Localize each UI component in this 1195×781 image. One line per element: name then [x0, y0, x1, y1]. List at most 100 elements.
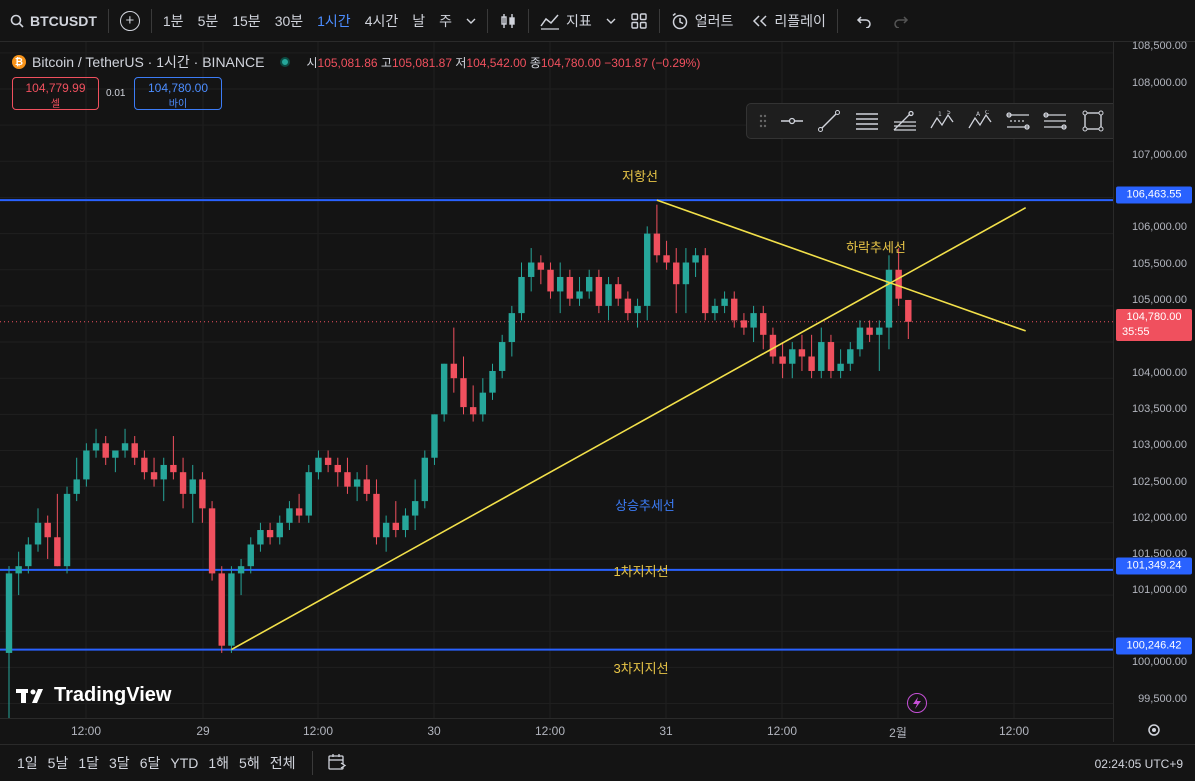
- downtrend-annotation[interactable]: 하락추세선: [846, 237, 906, 256]
- redo-button[interactable]: [879, 0, 916, 42]
- candle-body: [44, 522, 51, 538]
- chart-legend: ₿ Bitcoin / TetherUS · 1시간 · BINANCE 시10…: [12, 52, 700, 72]
- layout-button[interactable]: [623, 0, 655, 42]
- high-label: 고: [380, 55, 392, 70]
- divider: [658, 8, 660, 33]
- range-5d[interactable]: 5날: [43, 753, 74, 773]
- interval-15m[interactable]: 15분: [225, 0, 267, 42]
- resistance-price-label[interactable]: 106,463.55: [1116, 186, 1192, 204]
- interval-1w[interactable]: 주: [432, 0, 459, 42]
- pattern-tool[interactable]: 15: [923, 104, 961, 138]
- symbol-search-button[interactable]: BTCUSDT: [0, 0, 104, 42]
- gear-icon: [1148, 724, 1160, 736]
- parallel-channel-tool[interactable]: [848, 104, 886, 138]
- chart-settings-button[interactable]: [1146, 722, 1162, 743]
- lightning-icon[interactable]: [907, 693, 927, 713]
- rectangle-tool[interactable]: [1074, 104, 1112, 138]
- chevron-down-icon: [606, 18, 616, 24]
- candle-body: [63, 493, 71, 567]
- interval-1m[interactable]: 1분: [156, 0, 191, 42]
- replay-button[interactable]: 리플레이: [740, 0, 833, 42]
- svg-text:A: A: [976, 111, 981, 118]
- range-ytd[interactable]: YTD: [165, 755, 203, 771]
- interval-1d[interactable]: 날: [405, 0, 432, 42]
- fib-retracement-tool[interactable]: [886, 104, 924, 138]
- candle-body: [305, 472, 312, 516]
- interval-4h[interactable]: 4시간: [358, 0, 406, 42]
- support1-price-label[interactable]: 101,349.24: [1116, 557, 1192, 575]
- resistance-annotation[interactable]: 저항선: [622, 166, 658, 185]
- grid-layout-icon: [631, 12, 647, 29]
- clock-timezone[interactable]: 02:24:05 UTC+9: [1095, 757, 1183, 771]
- range-1y[interactable]: 1해: [203, 753, 234, 773]
- divider: [528, 8, 530, 33]
- price-tick: 105,000.00: [1131, 294, 1187, 306]
- candle-body: [208, 508, 216, 574]
- buy-button[interactable]: 104,780.00 바이: [134, 77, 222, 110]
- undo-icon: [856, 15, 871, 28]
- time-tick: 29: [196, 724, 210, 738]
- undo-button[interactable]: [842, 0, 879, 42]
- candle-body: [160, 464, 167, 480]
- candle-body: [247, 544, 254, 567]
- legend-title[interactable]: Bitcoin / TetherUS · 1시간 · BINANCE: [32, 52, 264, 72]
- candle-body: [508, 313, 516, 343]
- interval-1h[interactable]: 1시간: [310, 0, 358, 42]
- open-value: 105,081.86: [317, 55, 378, 70]
- candle-body: [489, 370, 496, 393]
- range-all[interactable]: 전체: [265, 753, 301, 773]
- forecast-tool[interactable]: [1036, 104, 1074, 138]
- candle-body: [54, 537, 61, 567]
- tradingview-logo[interactable]: TradingView: [16, 684, 171, 707]
- abc-pattern-tool[interactable]: AC: [961, 104, 999, 138]
- price-tick: 101,000.00: [1131, 584, 1187, 596]
- candle-body: [460, 378, 467, 408]
- sell-button[interactable]: 104,779.99 셀: [12, 77, 99, 110]
- candle-body: [576, 291, 583, 299]
- trend-line-tool[interactable]: [810, 104, 848, 138]
- interval-dropdown[interactable]: [459, 0, 483, 42]
- price-axis[interactable]: 108,500.00 108,000.00 107,000.00 106,000…: [1113, 40, 1195, 742]
- candle-body: [131, 443, 138, 458]
- alert-label: 얼러트: [694, 12, 734, 29]
- bar-countdown: 35:55: [1122, 326, 1150, 338]
- time-tick: 2월: [889, 726, 907, 740]
- support3-annotation[interactable]: 3차지지선: [613, 658, 668, 677]
- interval-5m[interactable]: 5분: [191, 0, 226, 42]
- date-price-range-tool[interactable]: [999, 104, 1037, 138]
- candle-body: [353, 479, 361, 487]
- chart-type-button[interactable]: [492, 0, 524, 42]
- redo-icon: [894, 15, 909, 28]
- indicators-button[interactable]: 지표: [533, 0, 599, 42]
- svg-text:C: C: [985, 110, 989, 116]
- indicators-dropdown[interactable]: [599, 0, 623, 42]
- current-price-label[interactable]: 104,780.00 35:55: [1116, 309, 1192, 341]
- svg-text:1: 1: [938, 111, 942, 118]
- price-tick: 103,000.00: [1131, 439, 1187, 451]
- candle-body: [808, 356, 815, 371]
- range-6m[interactable]: 6달: [135, 753, 166, 773]
- chart-pane[interactable]: [0, 42, 1113, 742]
- uptrend-annotation[interactable]: 상승추세선: [615, 495, 675, 514]
- drag-handle-icon[interactable]: [753, 104, 773, 138]
- range-1d[interactable]: 1일: [12, 753, 43, 773]
- alert-button[interactable]: 얼러트: [664, 0, 741, 42]
- candle-body: [179, 472, 187, 494]
- candle-body: [827, 342, 835, 371]
- interval-30m[interactable]: 30분: [268, 0, 310, 42]
- go-to-date-button[interactable]: [317, 753, 352, 774]
- range-3m[interactable]: 3달: [104, 753, 135, 773]
- range-5y[interactable]: 5해: [234, 753, 265, 773]
- compare-symbol-button[interactable]: +: [113, 0, 147, 42]
- time-axis[interactable]: 12:00 29 12:00 30 12:00 31 12:00 2월 12:0…: [0, 718, 1113, 744]
- range-1m[interactable]: 1달: [73, 753, 104, 773]
- candle-body: [518, 276, 525, 314]
- candle-body: [121, 443, 129, 451]
- close-value: 104,780.00: [540, 55, 601, 70]
- support1-annotation[interactable]: 1차지지선: [613, 561, 668, 580]
- plus-circle-icon: +: [119, 10, 140, 31]
- horizontal-line-tool[interactable]: [773, 104, 811, 138]
- support3-price-label[interactable]: 100,246.42: [1116, 637, 1192, 655]
- low-label: 저: [455, 55, 467, 70]
- candle-body: [885, 269, 893, 328]
